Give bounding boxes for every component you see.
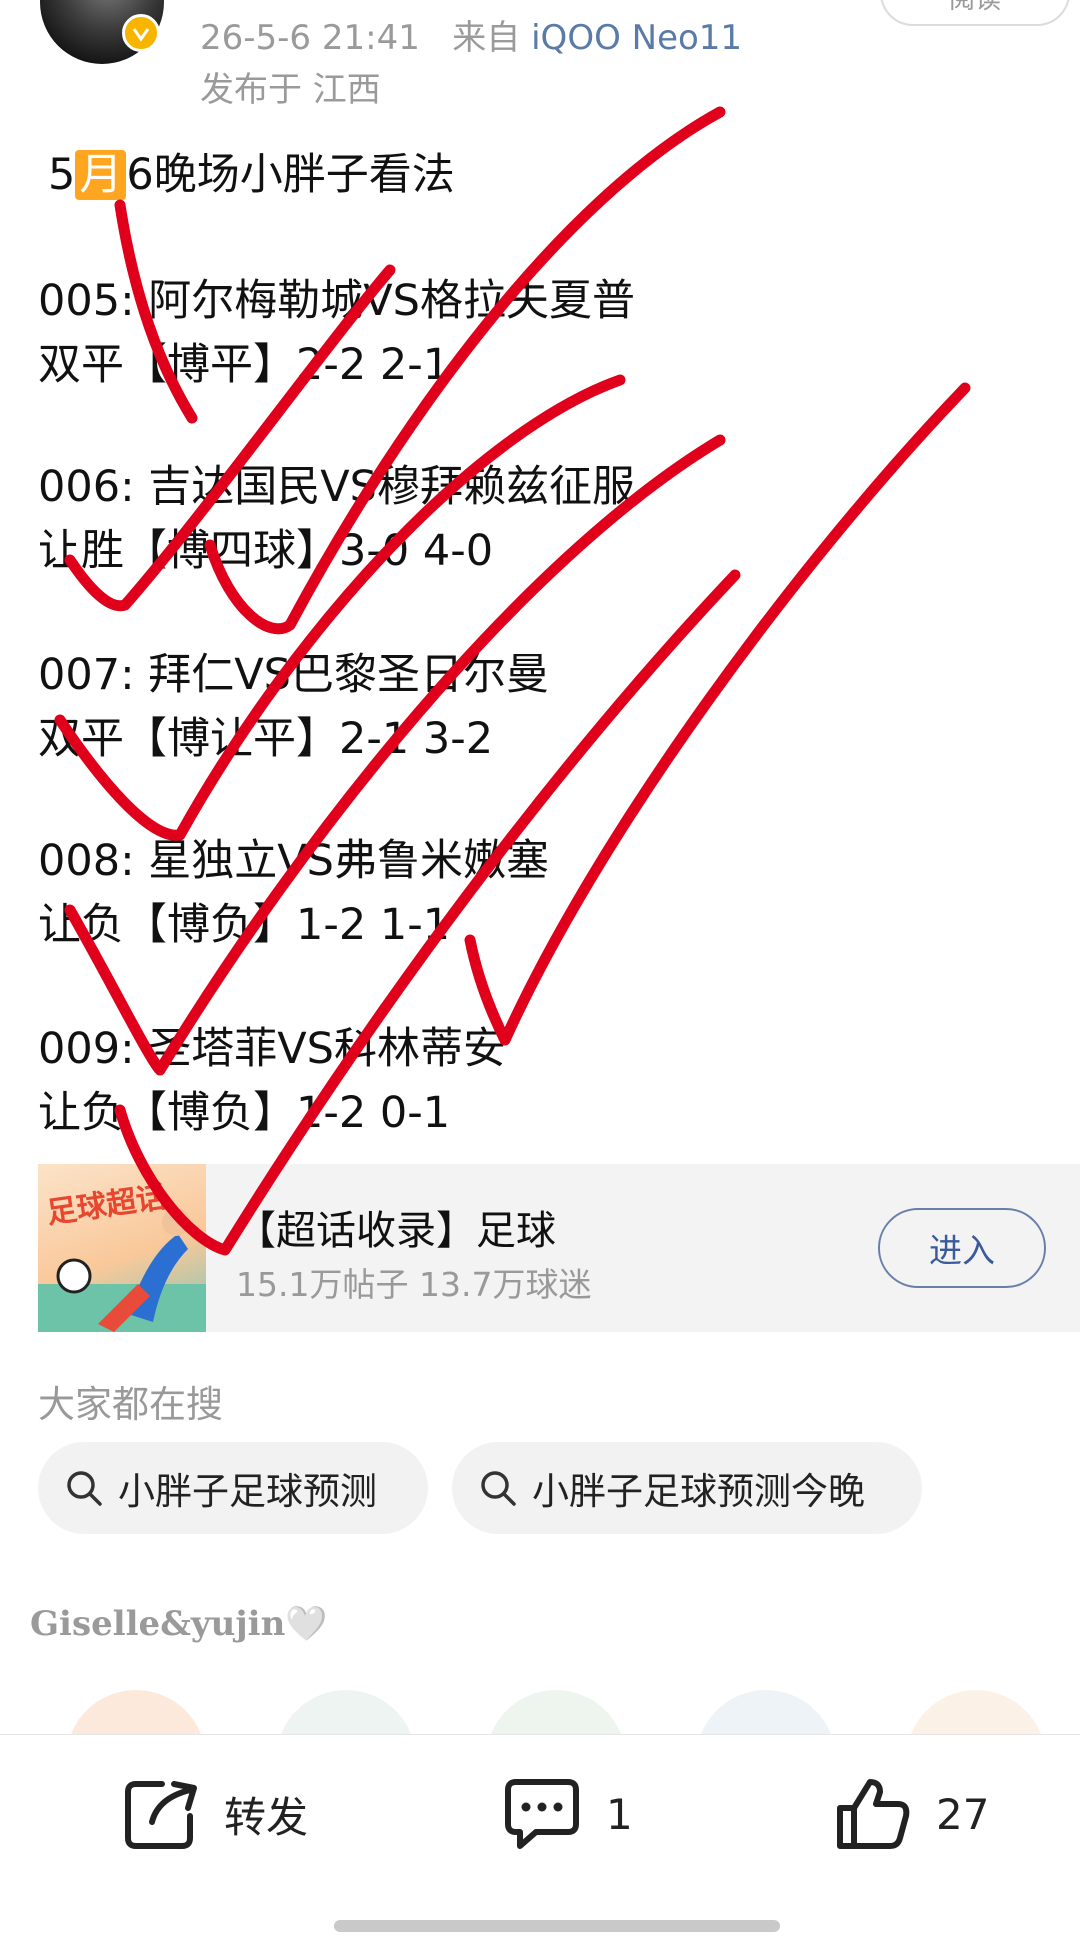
search-chip-label: 小胖子足球预测 [118, 1470, 377, 1513]
match-line: 008: 星独立VS弗鲁米嫩塞 [38, 836, 549, 886]
search-icon [481, 1471, 516, 1506]
verified-badge-icon [122, 14, 160, 52]
super-topic-title: 【超话收录】足球 [236, 1208, 556, 1254]
search-heading: 大家都在搜 [38, 1383, 223, 1426]
search-chip-label: 小胖子足球预测今晚 [532, 1470, 865, 1513]
post-title-prefix: 5 [48, 150, 76, 200]
match-line: 双平【博平】2-2 2-1 [38, 340, 451, 390]
post-title-suffix: 6晚场小胖子看法 [126, 150, 455, 200]
like-button[interactable]: 27 [834, 1776, 989, 1852]
repost-button[interactable]: 转发 [122, 1776, 308, 1852]
match-line: 双平【博让平】2-1 3-2 [38, 714, 494, 764]
watermark-signature: Giselle&yujin🤍 [30, 1604, 328, 1644]
read-button[interactable]: 阅读 [880, 0, 1070, 26]
enter-button[interactable]: 进入 [878, 1208, 1046, 1288]
match-line: 让负【博负】1-2 0-1 [38, 1088, 451, 1138]
search-chip[interactable]: 小胖子足球预测今晚 [452, 1442, 922, 1534]
post-location: 发布于 江西 [200, 70, 381, 110]
search-icon [67, 1471, 102, 1506]
post-datetime: 26-5-6 21:41 [200, 18, 420, 58]
post-meta: 26-5-6 21:41 来自 iQOO Neo11 [200, 10, 742, 59]
comment-icon [505, 1779, 579, 1849]
match-line: 007: 拜仁VS巴黎圣日尔曼 [38, 650, 549, 700]
comment-button[interactable]: 1 [502, 1776, 633, 1852]
post-title: 5月6晚场小胖子看法 [48, 140, 455, 202]
repost-label: 转发 [224, 1792, 309, 1842]
post-title-highlight: 月 [75, 150, 127, 200]
match-line: 009: 圣塔菲VS科林蒂安 [38, 1024, 506, 1074]
comment-count: 1 [606, 1789, 633, 1839]
match-line: 006: 吉达国民VS穆拜赖兹征服 [38, 462, 635, 512]
thumbs-up-icon [837, 1779, 910, 1849]
match-line: 让负【博负】1-2 1-1 [38, 900, 451, 950]
from-label: 来自 [452, 18, 521, 58]
share-icon [125, 1781, 197, 1849]
match-line: 005: 阿尔梅勒城VS格拉夫夏普 [38, 276, 635, 326]
super-topic-image: 足球超话 [38, 1164, 206, 1332]
super-topic-stats: 15.1万帖子 13.7万球迷 [236, 1265, 592, 1304]
like-count: 27 [936, 1789, 990, 1839]
search-chip[interactable]: 小胖子足球预测 [38, 1442, 428, 1534]
match-line: 让胜【博四球】3-0 4-0 [38, 526, 494, 576]
device-name[interactable]: iQOO Neo11 [531, 18, 742, 58]
home-indicator[interactable] [334, 1920, 780, 1932]
